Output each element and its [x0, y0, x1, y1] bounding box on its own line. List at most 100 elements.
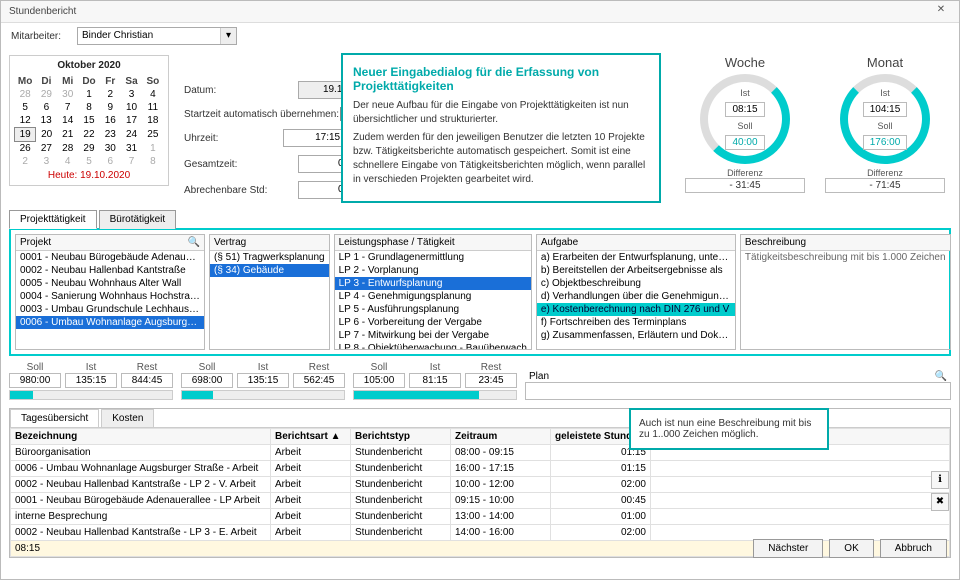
- gauge-month: Monat Ist 104:15 Soll 176:00 Differenz -…: [825, 55, 945, 193]
- calendar-day[interactable]: 17: [121, 114, 142, 128]
- calendar-day[interactable]: 8: [78, 101, 99, 114]
- calendar-day[interactable]: 2: [100, 88, 121, 101]
- gauge-week: Woche Ist 08:15 Soll 40:00 Differenz - 3…: [685, 55, 805, 193]
- list-item[interactable]: 0002 - Neubau Hallenbad Kantstraße: [16, 264, 204, 277]
- search-icon[interactable]: 🔍: [188, 237, 200, 248]
- callout-title: Neuer Eingabedialog für die Erfassung vo…: [353, 65, 649, 93]
- calendar-day[interactable]: 5: [15, 101, 36, 114]
- list-item[interactable]: 0005 - Neubau Wohnhaus Alter Wall: [16, 277, 204, 290]
- search-icon[interactable]: 🔍: [935, 371, 947, 382]
- calendar-day[interactable]: 30: [57, 88, 78, 101]
- tab-project[interactable]: Projekttätigkeit: [9, 210, 97, 229]
- list-item[interactable]: (§ 34) Gebäude: [210, 264, 329, 277]
- beschreibung-input[interactable]: Tätigkeitsbeschreibung mit bis 1.000 Zei…: [741, 251, 950, 264]
- calendar-day[interactable]: 4: [142, 88, 163, 101]
- list-item[interactable]: e) Kostenberechnung nach DIN 276 und V: [537, 303, 735, 316]
- calendar-day[interactable]: 8: [142, 155, 163, 168]
- list-item[interactable]: LP 5 - Ausführungsplanung: [335, 303, 531, 316]
- table-row[interactable]: interne BesprechungArbeitStundenbericht1…: [11, 509, 950, 525]
- calendar-day[interactable]: 2: [15, 155, 36, 168]
- calendar-day[interactable]: 1: [142, 142, 163, 156]
- list-item[interactable]: 0003 - Umbau Grundschule Lechhausen: [16, 303, 204, 316]
- calendar-day[interactable]: 22: [78, 128, 99, 142]
- list-item[interactable]: LP 7 - Mitwirkung bei der Vergabe: [335, 329, 531, 342]
- delete-icon[interactable]: ✖: [931, 493, 949, 511]
- th-bezeichnung[interactable]: Bezeichnung: [11, 429, 271, 445]
- calendar-day[interactable]: 31: [121, 142, 142, 156]
- calendar-day[interactable]: 27: [36, 142, 57, 156]
- calendar-day[interactable]: 1: [78, 88, 99, 101]
- list-item[interactable]: (§ 51) Tragwerksplanung: [210, 251, 329, 264]
- list-item[interactable]: b) Bereitstellen der Arbeitsergebnisse a…: [537, 264, 735, 277]
- calendar-day[interactable]: 9: [100, 101, 121, 114]
- calendar-day[interactable]: 30: [100, 142, 121, 156]
- calendar-day[interactable]: 25: [142, 128, 163, 142]
- calendar-day[interactable]: 12: [15, 114, 36, 128]
- cancel-button[interactable]: Abbruch: [880, 539, 947, 558]
- calendar-day[interactable]: 3: [36, 155, 57, 168]
- calendar-day[interactable]: 14: [57, 114, 78, 128]
- calendar-day[interactable]: 28: [15, 88, 36, 101]
- calendar-day[interactable]: 6: [36, 101, 57, 114]
- list-item[interactable]: d) Verhandlungen über die Genehmigungsf: [537, 290, 735, 303]
- list-item[interactable]: 0001 - Neubau Bürogebäude Adenaueralle: [16, 251, 204, 264]
- list-item[interactable]: a) Erarbeiten der Entwurfsplanung, unter…: [537, 251, 735, 264]
- next-button[interactable]: Nächster: [753, 539, 823, 558]
- callout-p1: Der neue Aufbau für die Eingabe von Proj…: [353, 99, 649, 127]
- table-tab-overview[interactable]: Tagesübersicht: [10, 409, 99, 427]
- calendar-day[interactable]: 13: [36, 114, 57, 128]
- calendar-day[interactable]: 20: [36, 128, 57, 142]
- calendar-day[interactable]: 26: [15, 142, 36, 156]
- list-item[interactable]: LP 1 - Grundlagenermittlung: [335, 251, 531, 264]
- table-row[interactable]: 0001 - Neubau Bürogebäude Adenauerallee …: [11, 493, 950, 509]
- calendar-day[interactable]: 3: [121, 88, 142, 101]
- calendar-day[interactable]: 19: [15, 128, 36, 142]
- employee-dropdown[interactable]: Binder Christian ▾: [77, 27, 237, 45]
- list-item[interactable]: LP 2 - Vorplanung: [335, 264, 531, 277]
- list-item[interactable]: LP 4 - Genehmigungsplanung: [335, 290, 531, 303]
- list-item[interactable]: 0006 - Umbau Wohnanlage Augsburger Str: [16, 316, 204, 329]
- calendar-day[interactable]: 16: [100, 114, 121, 128]
- th-zeitraum[interactable]: Zeitraum: [451, 429, 551, 445]
- list-item[interactable]: LP 8 - Objektüberwachung - Bauüberwach: [335, 342, 531, 349]
- list-item[interactable]: f) Fortschreiben des Terminplans: [537, 316, 735, 329]
- col-beschreibung-title: Beschreibung: [745, 237, 806, 248]
- time-input[interactable]: 17:15: [283, 129, 345, 147]
- plan-input[interactable]: [525, 382, 951, 400]
- calendar-today[interactable]: Heute: 19.10.2020: [14, 170, 164, 181]
- calendar-day[interactable]: 7: [57, 101, 78, 114]
- gauge-week-title: Woche: [685, 55, 805, 70]
- table-tab-costs[interactable]: Kosten: [101, 409, 154, 427]
- calendar-day[interactable]: 5: [78, 155, 99, 168]
- calendar-day[interactable]: 24: [121, 128, 142, 142]
- calendar-day[interactable]: 28: [57, 142, 78, 156]
- list-item[interactable]: c) Objektbeschreibung: [537, 277, 735, 290]
- info-icon[interactable]: ℹ: [931, 471, 949, 489]
- calendar-day[interactable]: 29: [36, 88, 57, 101]
- callout-description: Auch ist nun eine Beschreibung mit bis z…: [629, 408, 829, 450]
- close-icon[interactable]: ✕: [931, 4, 951, 20]
- calendar-day[interactable]: 4: [57, 155, 78, 168]
- list-item[interactable]: LP 3 - Entwurfsplanung: [335, 277, 531, 290]
- ok-button[interactable]: OK: [829, 539, 873, 558]
- calendar-day[interactable]: 15: [78, 114, 99, 128]
- chevron-down-icon[interactable]: ▾: [220, 28, 236, 44]
- calendar-day[interactable]: 18: [142, 114, 163, 128]
- calendar-day[interactable]: 21: [57, 128, 78, 142]
- table-row[interactable]: 0002 - Neubau Hallenbad Kantstraße - LP …: [11, 477, 950, 493]
- list-item[interactable]: 0004 - Sanierung Wohnhaus Hochstraße: [16, 290, 204, 303]
- tab-office[interactable]: Bürotätigkeit: [99, 210, 177, 229]
- calendar-day[interactable]: 23: [100, 128, 121, 142]
- calendar-day[interactable]: 7: [121, 155, 142, 168]
- list-item[interactable]: LP 6 - Vorbereitung der Vergabe: [335, 316, 531, 329]
- th-berichtstyp[interactable]: Berichtstyp: [351, 429, 451, 445]
- list-item[interactable]: g) Zusammenfassen, Erläutern und Dokum: [537, 329, 735, 342]
- calendar-day[interactable]: 29: [78, 142, 99, 156]
- table-row[interactable]: 0006 - Umbau Wohnanlage Augsburger Straß…: [11, 461, 950, 477]
- calendar-day[interactable]: 10: [121, 101, 142, 114]
- employee-value: Binder Christian: [78, 28, 220, 44]
- th-berichtsart[interactable]: Berichtsart ▲: [271, 429, 351, 445]
- calendar-day[interactable]: 11: [142, 101, 163, 114]
- calendar[interactable]: Oktober 2020 MoDiMiDoFrSaSo2829301234567…: [9, 55, 169, 186]
- calendar-day[interactable]: 6: [100, 155, 121, 168]
